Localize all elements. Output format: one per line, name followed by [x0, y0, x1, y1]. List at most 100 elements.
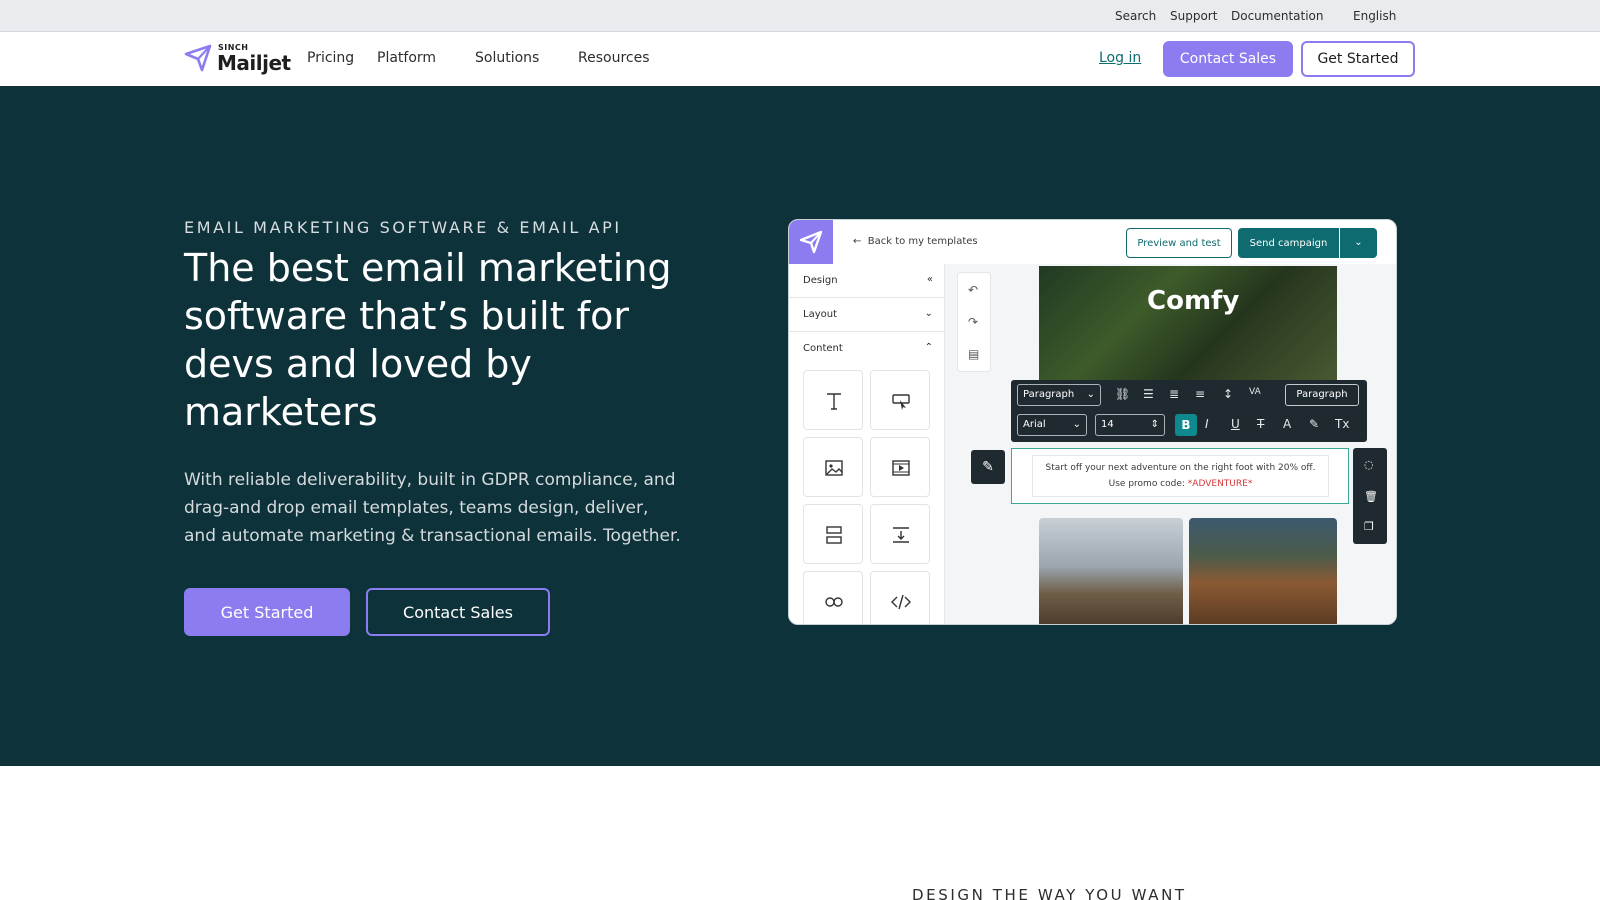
- sidebar-layout-label: Layout: [803, 309, 837, 320]
- sidebar-design-row[interactable]: Design «: [789, 264, 945, 298]
- align-left-icon[interactable]: ≡: [1195, 387, 1205, 401]
- social-icon: [825, 597, 843, 607]
- nav-platform[interactable]: Platform: [377, 50, 436, 66]
- nav-contact-sales-button[interactable]: Contact Sales: [1163, 41, 1293, 77]
- main-nav: SINCH Mailjet Pricing Platform Solutions…: [0, 32, 1600, 86]
- undo-icon[interactable]: ↶: [968, 283, 978, 297]
- back-link-label: Back to my templates: [867, 236, 978, 247]
- utility-support-link[interactable]: Support: [1170, 9, 1217, 23]
- code-icon: [891, 594, 911, 610]
- button-block-tile[interactable]: [870, 370, 930, 430]
- section-divider-icon: [826, 526, 842, 544]
- sidebar-content-label: Content: [803, 343, 843, 354]
- email-brand-logo: Comfy: [1147, 286, 1240, 316]
- chevron-up-icon: ⌃: [924, 342, 933, 353]
- edit-pencil-icon[interactable]: ✎: [971, 450, 1005, 484]
- editor-logo: [789, 220, 833, 264]
- image-icon: [825, 460, 843, 476]
- hero-description: With reliable deliverability, built in G…: [184, 470, 681, 546]
- letter-spacing-icon[interactable]: VA: [1249, 387, 1261, 397]
- email-hero-image[interactable]: Comfy: [1039, 266, 1337, 386]
- trash-icon[interactable]: 🗑: [1364, 490, 1378, 503]
- clear-format-icon[interactable]: Tx: [1335, 417, 1349, 431]
- email-text-block[interactable]: Start off your next adventure on the rig…: [1011, 448, 1349, 504]
- email-text-line-1: Start off your next adventure on the rig…: [1045, 463, 1316, 473]
- bold-button[interactable]: B: [1175, 414, 1197, 436]
- sidebar-layout-row[interactable]: Layout ⌄: [789, 298, 945, 332]
- collapse-icon[interactable]: «: [927, 274, 933, 285]
- comment-bubble-icon[interactable]: ◌: [1364, 458, 1374, 471]
- duplicate-icon[interactable]: ❐: [1364, 520, 1374, 533]
- image-block-tile[interactable]: [803, 437, 863, 497]
- comment-icon[interactable]: ▤: [968, 347, 979, 361]
- stepper-arrows-icon: ⇕: [1150, 419, 1159, 430]
- hero-eyebrow: EMAIL MARKETING SOFTWARE & EMAIL API: [184, 218, 622, 237]
- hero-contact-sales-button[interactable]: Contact Sales: [366, 588, 550, 636]
- text-icon: [827, 393, 841, 410]
- send-campaign-button[interactable]: Send campaign: [1238, 228, 1339, 258]
- line-height-icon[interactable]: ↕: [1223, 387, 1233, 401]
- utility-search-link[interactable]: Search: [1115, 9, 1156, 23]
- history-toolbar: ↶ ↷ ▤: [957, 272, 991, 372]
- back-to-templates-link[interactable]: ← Back to my templates: [853, 236, 978, 247]
- bullet-list-icon[interactable]: ☰: [1143, 387, 1154, 401]
- highlight-pen-icon[interactable]: ✎: [1309, 417, 1319, 431]
- preview-and-test-button[interactable]: Preview and test: [1126, 228, 1232, 258]
- italic-icon[interactable]: I: [1205, 417, 1209, 431]
- editor-canvas: ↶ ↷ ▤ Comfy Paragraph ⌄ ⛓ ☰ ≣ ≡ ↕ VA Par…: [945, 264, 1396, 624]
- nav-pricing[interactable]: Pricing: [307, 50, 354, 66]
- video-icon: [892, 460, 910, 476]
- nav-resources[interactable]: Resources: [578, 50, 650, 66]
- video-block-tile[interactable]: [870, 437, 930, 497]
- nav-get-started-button[interactable]: Get Started: [1301, 41, 1415, 77]
- paper-plane-icon: [799, 230, 823, 254]
- underline-icon[interactable]: U: [1231, 417, 1240, 431]
- text-formatting-toolbar: Paragraph ⌄ ⛓ ☰ ≣ ≡ ↕ VA Paragraph Arial…: [1011, 380, 1367, 442]
- promo-prefix: Use promo code:: [1108, 479, 1188, 489]
- link-icon[interactable]: ⛓: [1115, 387, 1130, 401]
- utility-documentation-link[interactable]: Documentation: [1231, 9, 1324, 23]
- language-selector[interactable]: English: [1353, 9, 1396, 23]
- send-options-chevron-icon[interactable]: ⌄: [1340, 228, 1377, 258]
- font-size-stepper[interactable]: 14 ⇕: [1095, 414, 1165, 436]
- hero-title: The best email marketing software that’s…: [184, 246, 672, 434]
- spacer-block-tile[interactable]: [870, 504, 930, 564]
- editor-sidebar: Design « Layout ⌄ Content ⌃: [789, 264, 945, 624]
- redo-icon[interactable]: ↷: [968, 315, 978, 329]
- paragraph-style-value: Paragraph: [1023, 389, 1075, 400]
- text-color-icon[interactable]: A: [1283, 417, 1291, 431]
- block-actions-toolbar: ◌ 🗑 ❐: [1353, 448, 1387, 544]
- spacer-icon: [893, 527, 909, 543]
- strikethrough-icon[interactable]: T: [1257, 417, 1264, 431]
- chevron-down-icon: ⌄: [924, 308, 933, 319]
- chevron-down-icon: ⌄: [1072, 419, 1081, 430]
- design-section-eyebrow: DESIGN THE WAY YOU WANT: [912, 886, 1187, 900]
- font-size-value: 14: [1101, 419, 1114, 430]
- arrow-left-icon: ←: [853, 236, 868, 247]
- html-block-tile[interactable]: [870, 571, 930, 624]
- hero-get-started-button[interactable]: Get Started: [184, 588, 350, 636]
- boots-photo[interactable]: [1189, 518, 1337, 624]
- font-family-select[interactable]: Arial ⌄: [1017, 414, 1087, 436]
- chevron-down-icon: ⌄: [1086, 389, 1095, 400]
- hero-section: EMAIL MARKETING SOFTWARE & EMAIL API The…: [0, 86, 1600, 766]
- sidebar-content-row[interactable]: Content ⌃: [789, 332, 945, 366]
- utility-bar: Search Support Documentation English: [0, 0, 1600, 32]
- divider-block-tile[interactable]: [803, 504, 863, 564]
- paper-plane-icon: [184, 44, 212, 72]
- numbered-list-icon[interactable]: ≣: [1169, 387, 1179, 401]
- sidebar-design-label: Design: [803, 275, 838, 286]
- email-text-line-2: Use promo code: *ADVENTURE*: [1033, 476, 1328, 492]
- text-block-tile[interactable]: [803, 370, 863, 430]
- paragraph-style-select[interactable]: Paragraph ⌄: [1017, 384, 1101, 406]
- paragraph-button[interactable]: Paragraph: [1285, 384, 1359, 406]
- promo-code: *ADVENTURE*: [1187, 479, 1253, 489]
- hiker-photo[interactable]: [1039, 518, 1183, 624]
- email-text-content[interactable]: Start off your next adventure on the rig…: [1032, 455, 1329, 497]
- email-editor-mockup: ← Back to my templates Preview and test …: [788, 219, 1397, 625]
- login-link[interactable]: Log in: [1099, 50, 1141, 66]
- mailjet-logo[interactable]: SINCH Mailjet: [184, 41, 291, 77]
- social-block-tile[interactable]: [803, 571, 863, 624]
- button-cursor-icon: [892, 394, 910, 410]
- nav-solutions[interactable]: Solutions: [475, 50, 539, 66]
